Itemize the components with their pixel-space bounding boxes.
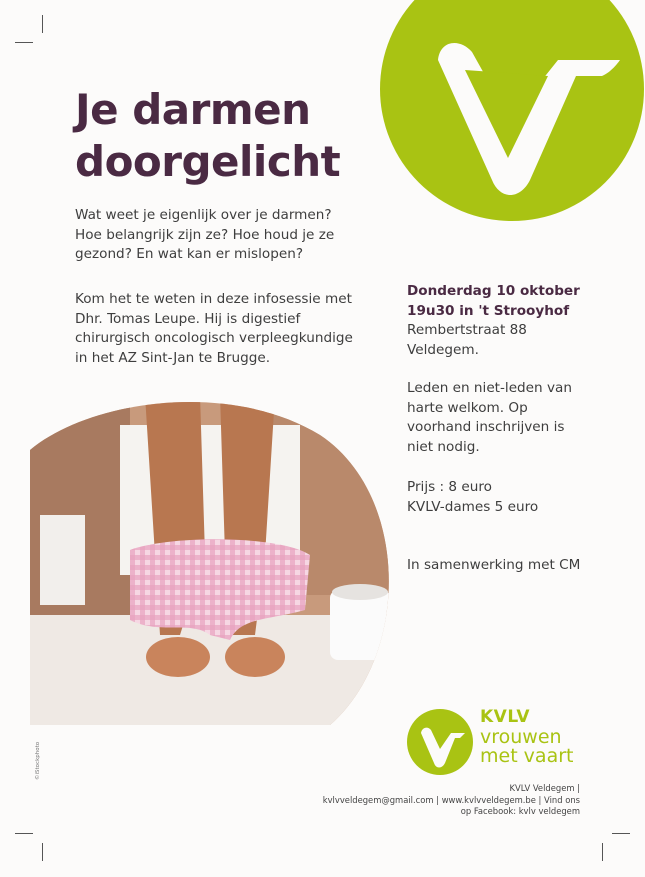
speaker-line: in het AZ Sint-Jan te Brugge.	[75, 349, 271, 366]
crop-mark	[15, 42, 33, 43]
footer-line: KVLV Veldegem |	[509, 783, 581, 793]
price-line: Prijs : 8 euro	[407, 479, 492, 495]
footer-contact: KVLV Veldegem | kvlvveldegem@gmail.com |…	[320, 783, 580, 818]
brand-wordmark: KVLV vrouwen met vaart	[480, 706, 573, 766]
photo-credit: ©iStockphoto	[35, 741, 41, 780]
kvlv-logo-icon	[380, 0, 644, 221]
event-time-place: 19u30 in 't Strooyhof	[407, 302, 570, 319]
price-text: Prijs : 8 euro KVLV-dames 5 euro	[407, 478, 617, 517]
page-title: Je darmen doorgelicht	[75, 84, 375, 188]
event-date: Donderdag 10 oktober	[407, 283, 580, 299]
event-town: Veldegem.	[407, 341, 479, 358]
crop-mark	[15, 833, 33, 834]
speaker-line: chirurgisch oncologisch verpleegkundige	[75, 330, 353, 347]
speaker-line: Kom het te weten in deze infosessie met	[75, 291, 352, 307]
brand-tagline-2: met vaart	[480, 745, 574, 767]
intro-line: Wat weet je eigenlijk over je darmen?	[75, 207, 332, 223]
title-line-1: Je darmen	[75, 85, 311, 134]
intro-line: Hoe belangrijk zijn ze? Hoe houd je ze	[75, 226, 335, 243]
welcome-line: Leden en niet-leden van	[407, 380, 572, 396]
footer-line: kvlvveldegem@gmail.com | www.kvlvveldege…	[322, 794, 580, 805]
crop-mark	[612, 833, 630, 834]
speaker-line: Dhr. Tomas Leupe. Hij is digestief	[75, 310, 301, 327]
photo-illustration	[30, 402, 389, 725]
crop-mark	[42, 15, 43, 33]
brand-name: KVLV	[480, 707, 530, 727]
crop-mark	[602, 843, 603, 861]
speaker-paragraph: Kom het te weten in deze infosessie met …	[75, 290, 380, 368]
crop-mark	[42, 843, 43, 861]
intro-paragraph: Wat weet je eigenlijk over je darmen? Ho…	[75, 206, 380, 265]
welcome-line: voorhand inschrijven is	[407, 419, 565, 436]
event-address: Rembertstraat 88	[407, 322, 527, 339]
price-line: KVLV-dames 5 euro	[407, 498, 539, 515]
kvlv-small-logo-icon	[407, 709, 473, 775]
welcome-line: harte welkom. Op	[407, 399, 528, 416]
footer-line: op Facebook: kvlv veldegem	[460, 806, 580, 816]
welcome-text: Leden en niet-leden van harte welkom. Op…	[407, 379, 617, 457]
title-line-2: doorgelicht	[75, 137, 341, 186]
intro-line: gezond? En wat kan er mislopen?	[75, 246, 304, 263]
partner-text: In samenwerking met CM	[407, 557, 581, 573]
event-details: Donderdag 10 oktober 19u30 in 't Strooyh…	[407, 282, 617, 360]
welcome-line: niet nodig.	[407, 438, 480, 455]
